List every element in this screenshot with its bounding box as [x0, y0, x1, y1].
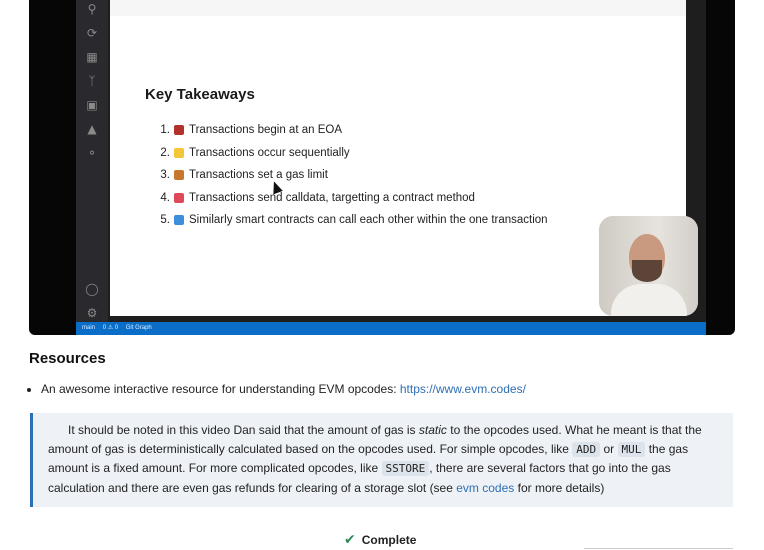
takeaway-number: 5. [160, 214, 170, 227]
status-git-graph: Git Graph [125, 325, 152, 331]
vscode-activity-bar: ⚲ ⟳ ▦ ᛉ ▣ ▲ ⚬ ◯ ⚙ [76, 0, 108, 335]
resources-list: An awesome interactive resource for unde… [29, 381, 526, 397]
takeaway-text: Transactions send calldata, targetting a… [189, 191, 475, 204]
slide-takeaway-item: 4. Transactions send calldata, targetting… [156, 187, 548, 210]
takeaway-number: 1. [160, 124, 170, 137]
evm-codes-inline-link[interactable]: evm codes [456, 481, 514, 495]
source-control-icon: ⟳ [86, 26, 98, 40]
slide-takeaway-item: 3. Transactions set a gas limit [156, 164, 548, 187]
slide-takeaways-list: 1. Transactions begin at an EOA 2. Transact… [156, 119, 548, 232]
docker-icon: ▲ [87, 122, 97, 136]
takeaway-text: Transactions begin at an EOA [189, 124, 342, 137]
takeaway-emoji-icon [174, 147, 184, 158]
webcam-overlay [599, 216, 698, 316]
divider [584, 548, 733, 549]
takeaway-text: Similarly smart contracts can call each … [189, 214, 548, 227]
emphasis-static: static [418, 423, 447, 437]
takeaway-text: Transactions occur sequentially [189, 146, 350, 159]
settings-icon: ⚙ [86, 306, 98, 320]
code-sstore: SSTORE [381, 461, 430, 476]
vscode-status-bar: main 0 ⚠ 0 Git Graph [76, 322, 706, 335]
evm-codes-link[interactable]: https://www.evm.codes/ [400, 382, 526, 396]
presenter-beard [632, 260, 662, 282]
info-note: It should be noted in this video Dan sai… [30, 413, 733, 507]
slide-takeaway-item: 2. Transactions occur sequentially [156, 142, 548, 165]
remote-icon: ▣ [86, 98, 98, 112]
complete-label: Complete [361, 533, 417, 547]
takeaway-emoji-icon [174, 215, 184, 226]
takeaway-text: Transactions set a gas limit [189, 169, 328, 182]
takeaway-number: 2. [160, 146, 170, 159]
status-branch: main [82, 325, 96, 331]
takeaway-number: 3. [160, 169, 170, 182]
takeaway-emoji-icon [174, 125, 184, 136]
search-icon: ⚲ [87, 2, 97, 16]
takeaway-emoji-icon [174, 170, 184, 181]
video-player[interactable]: ⚲ ⟳ ▦ ᛉ ▣ ▲ ⚬ ◯ ⚙ Key Takeaways 1. Transa… [29, 0, 735, 335]
takeaway-emoji-icon [174, 192, 184, 203]
code-mul: MUL [617, 441, 646, 457]
debug-icon: ⚬ [86, 146, 98, 160]
code-add: ADD [572, 441, 601, 457]
resource-item: An awesome interactive resource for unde… [41, 381, 526, 397]
slide-takeaway-item: 5. Similarly smart contracts can call eac… [156, 209, 548, 232]
takeaway-number: 4. [160, 191, 170, 204]
status-problems: 0 ⚠ 0 [102, 325, 119, 331]
extensions-icon: ▦ [86, 50, 98, 64]
slide-header-strip [110, 0, 686, 16]
resources-heading: Resources [29, 350, 106, 367]
slide-takeaway-item: 1. Transactions begin at an EOA [156, 119, 548, 142]
complete-button[interactable]: ✔ Complete [344, 532, 416, 548]
slide-title: Key Takeaways [145, 86, 255, 103]
check-icon: ✔ [344, 532, 356, 548]
git-graph-icon: ᛉ [88, 74, 96, 88]
account-icon: ◯ [85, 282, 99, 296]
